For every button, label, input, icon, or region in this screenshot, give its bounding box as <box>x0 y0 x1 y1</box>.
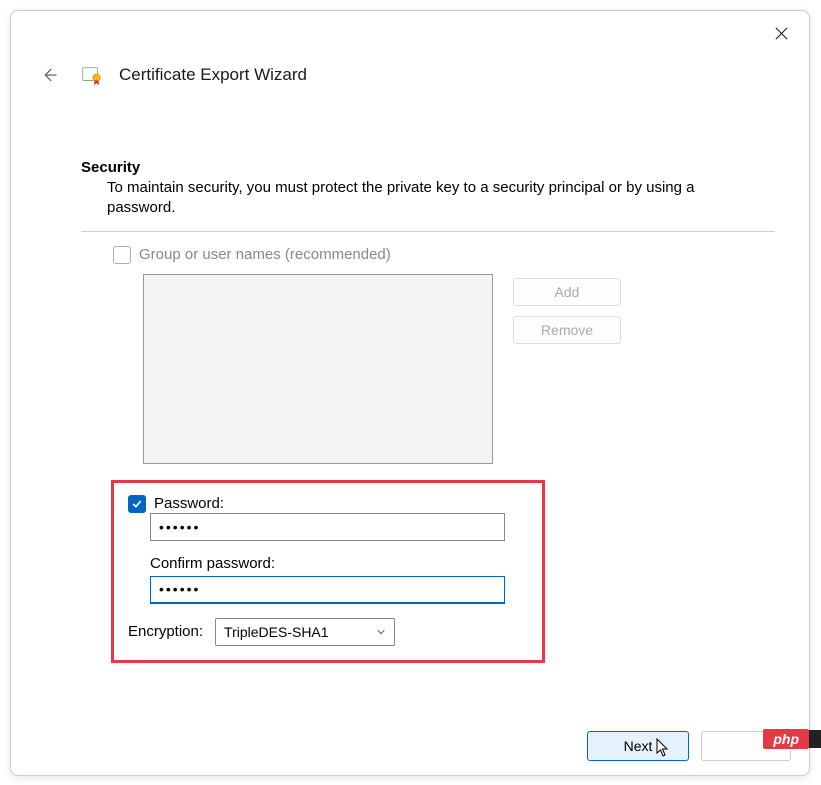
section-description: To maintain security, you must protect t… <box>107 178 707 219</box>
close-icon <box>775 27 788 40</box>
group-checkbox[interactable] <box>113 246 131 264</box>
confirm-password-input[interactable] <box>150 576 505 604</box>
password-highlight-box: Password: Confirm password: Encryption: … <box>111 480 545 663</box>
list-buttons: Add Remove <box>513 278 621 464</box>
add-button[interactable]: Add <box>513 278 621 306</box>
certificate-icon <box>79 63 103 87</box>
wizard-footer: Next <box>587 731 791 761</box>
confirm-password-label: Confirm password: <box>150 555 524 572</box>
group-checkbox-label: Group or user names (recommended) <box>139 246 391 263</box>
encryption-row: Encryption: TripleDES-SHA1 <box>128 618 524 646</box>
wizard-content: Security To maintain security, you must … <box>11 89 809 663</box>
next-button[interactable]: Next <box>587 731 689 761</box>
group-checkbox-row: Group or user names (recommended) <box>113 246 775 264</box>
back-button[interactable] <box>35 61 63 89</box>
php-badge: php <box>763 729 809 749</box>
checkmark-icon <box>131 498 143 510</box>
password-checkbox[interactable] <box>128 495 146 513</box>
encryption-select[interactable]: TripleDES-SHA1 <box>215 618 395 646</box>
next-button-label: Next <box>624 738 653 754</box>
password-label: Password: <box>154 495 224 512</box>
group-listbox[interactable] <box>143 274 493 464</box>
encryption-value: TripleDES-SHA1 <box>224 624 329 640</box>
close-button[interactable] <box>765 19 797 47</box>
remove-button[interactable]: Remove <box>513 316 621 344</box>
arrow-left-icon <box>40 66 58 84</box>
section-heading: Security <box>81 159 775 176</box>
divider <box>81 231 775 232</box>
cursor-icon <box>656 738 672 758</box>
wizard-header: Certificate Export Wizard <box>11 11 809 89</box>
password-checkbox-row: Password: <box>128 495 524 513</box>
encryption-label: Encryption: <box>128 623 203 640</box>
wizard-window: Certificate Export Wizard Security To ma… <box>10 10 810 776</box>
group-names-area: Add Remove <box>143 274 775 464</box>
chevron-down-icon <box>376 627 386 637</box>
wizard-title: Certificate Export Wizard <box>119 65 307 85</box>
password-input[interactable] <box>150 513 505 541</box>
